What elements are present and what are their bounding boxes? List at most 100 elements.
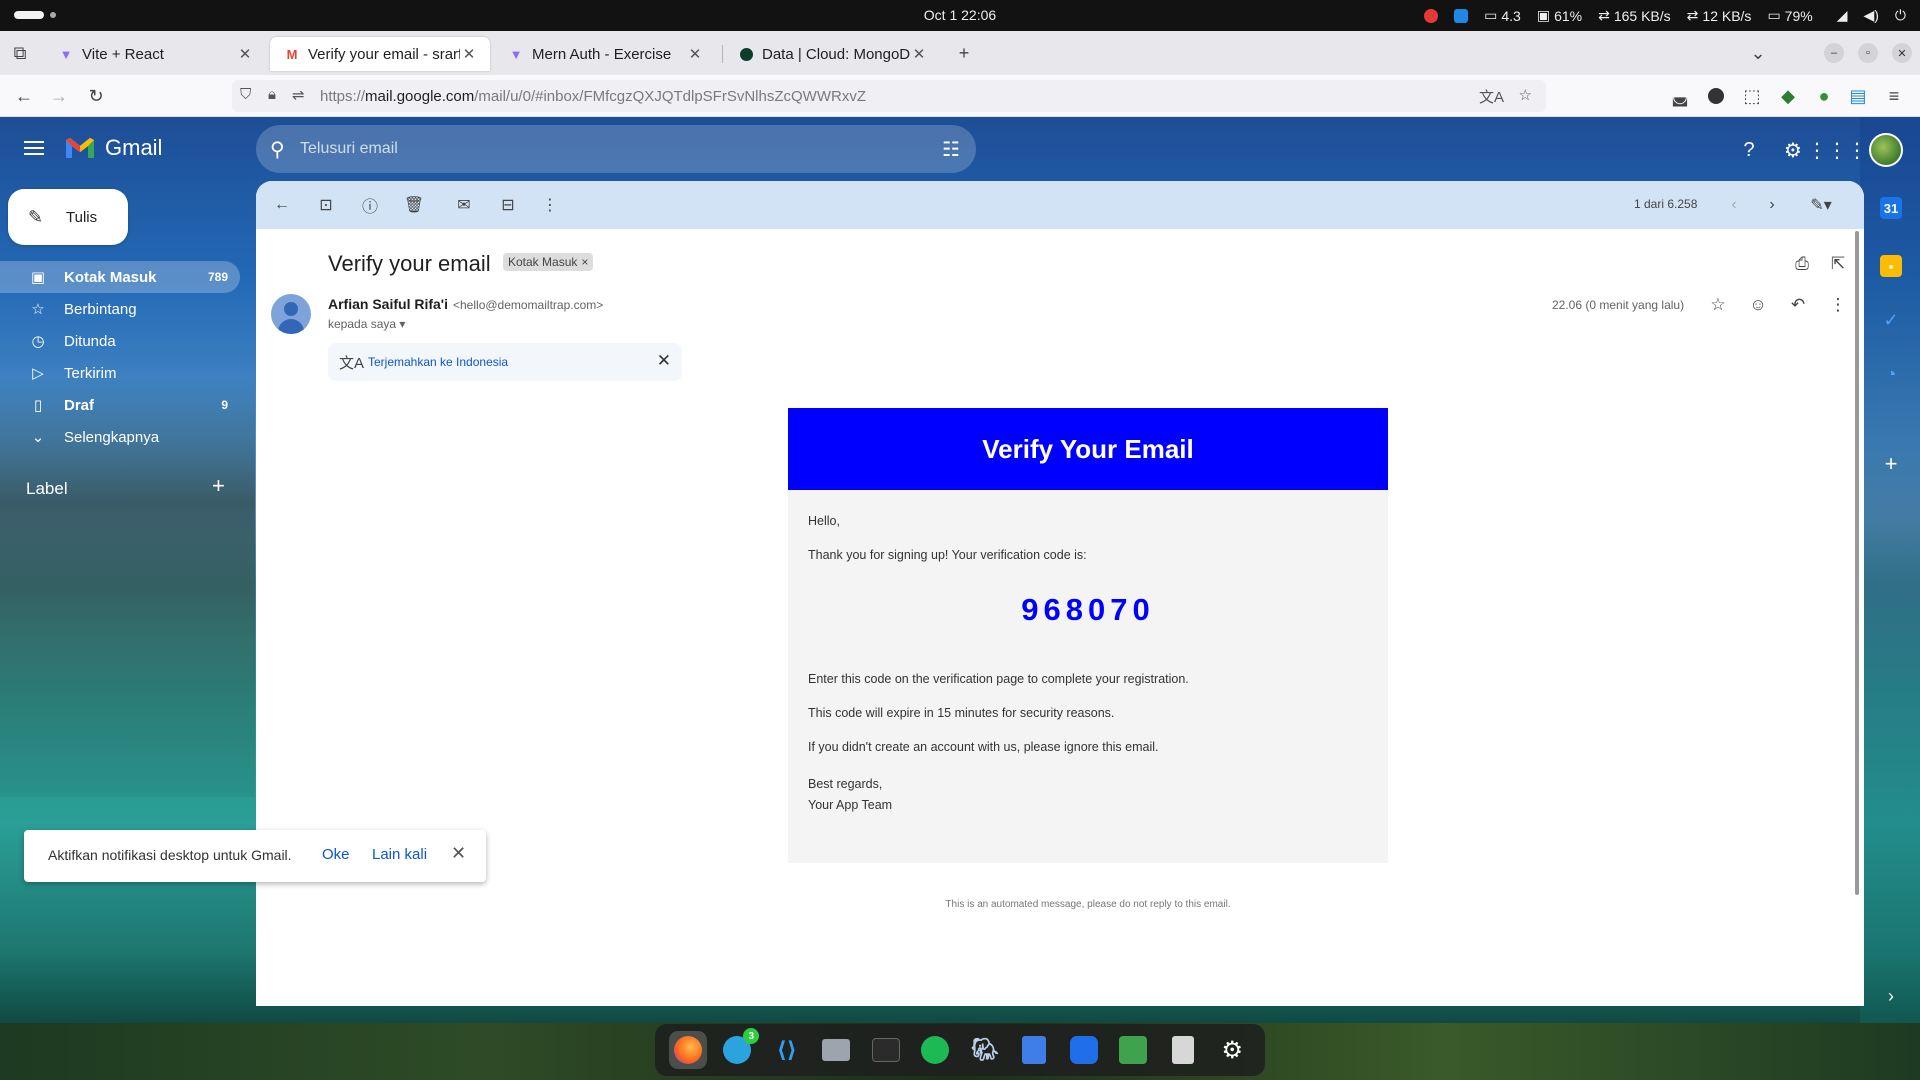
recipient-details[interactable]: kepada saya ▾ xyxy=(328,317,405,331)
open-new-window-icon[interactable]: ⇱ xyxy=(1827,253,1849,275)
archive-icon[interactable]: ⊡ xyxy=(314,193,338,217)
calendar-icon[interactable]: 31 xyxy=(1880,197,1902,219)
system-status-area[interactable]: ▭ 4.3 ▣ 61% ⇄ 165 KB/s ⇄ 12 KB/s ▭ 79% ◢ ◀) ⏻ xyxy=(1424,7,1906,24)
remove-label-icon[interactable]: × xyxy=(581,255,588,269)
search-options-icon[interactable]: ☷ xyxy=(942,137,960,162)
terminal-icon[interactable] xyxy=(867,1031,905,1069)
account-icon[interactable] xyxy=(1704,84,1728,108)
back-arrow-icon[interactable]: ← xyxy=(12,84,36,108)
sender-avatar[interactable] xyxy=(271,294,311,334)
net-down-indicator: ⇄ 165 KB/s xyxy=(1598,7,1671,24)
newer-chevron-icon[interactable]: ‹ xyxy=(1722,193,1746,217)
sidebar-item-starred[interactable]: ☆ Berbintang xyxy=(0,293,240,325)
app-grid-icon[interactable]: ⚙ xyxy=(1213,1031,1251,1069)
close-icon[interactable]: ✕ xyxy=(910,45,928,63)
spotify-icon[interactable] xyxy=(916,1031,954,1069)
tab-overview-icon[interactable]: ⧉ xyxy=(8,41,32,65)
pocket-icon[interactable]: ◛ xyxy=(1668,84,1692,108)
firefox-icon[interactable] xyxy=(668,1031,707,1069)
tab-vite-react[interactable]: ▼ Vite + React ✕ xyxy=(44,37,266,71)
chevron-down-icon[interactable]: ▾ xyxy=(399,317,405,331)
close-icon[interactable]: ✕ xyxy=(657,351,671,371)
url-text[interactable]: https://mail.google.com/mail/u/0/#inbox/… xyxy=(320,88,866,105)
lock-icon[interactable]: 🔒︎ xyxy=(268,86,276,103)
sender-name[interactable]: Arfian Saiful Rifa'i xyxy=(328,296,448,312)
close-icon[interactable]: ✕ xyxy=(686,45,704,63)
sidebar-item-sent[interactable]: ▷ Terkirim xyxy=(0,357,240,389)
keep-icon[interactable]: ▪ xyxy=(1880,255,1902,277)
enable-notifications-button[interactable]: Oke xyxy=(322,846,350,863)
add-addon-icon[interactable]: + xyxy=(1880,451,1902,476)
apps-grid-icon[interactable]: ⋮⋮⋮ xyxy=(1807,137,1867,163)
search-icon[interactable]: ⚲ xyxy=(270,137,294,161)
wallpaper-right xyxy=(1860,117,1920,1023)
maximize-button[interactable]: ▫ xyxy=(1858,43,1878,63)
main-menu-icon[interactable] xyxy=(22,137,46,161)
delete-icon[interactable]: 🗑︎ xyxy=(402,193,426,217)
mark-unread-icon[interactable]: ✉ xyxy=(452,193,476,217)
telegram-icon[interactable]: 3 xyxy=(718,1028,760,1069)
reload-icon[interactable]: ↻ xyxy=(84,84,108,108)
text-editor-icon[interactable] xyxy=(1015,1031,1053,1069)
side-panel-chevron-icon[interactable]: › xyxy=(1880,985,1902,1007)
close-icon[interactable]: ✕ xyxy=(236,45,254,63)
later-button[interactable]: Lain kali xyxy=(372,846,427,863)
input-tools-icon[interactable]: ✎▾ xyxy=(1804,193,1838,217)
download-manager-icon[interactable] xyxy=(1114,1031,1152,1069)
permissions-icon[interactable]: ⇌ xyxy=(292,86,305,104)
search-input[interactable] xyxy=(300,137,860,161)
reply-icon[interactable]: ↶ xyxy=(1786,293,1810,317)
message-more-icon[interactable]: ⋮ xyxy=(1826,293,1850,317)
new-tab-button[interactable]: + xyxy=(952,41,976,65)
close-window-button[interactable]: ✕ xyxy=(1892,43,1912,63)
cpu-icon: ▣ xyxy=(1536,7,1551,23)
sidebar-item-more[interactable]: ⌄ Selengkapnya xyxy=(0,421,240,453)
contacts-icon[interactable]: ◔ xyxy=(1880,363,1902,385)
older-chevron-icon[interactable]: › xyxy=(1760,193,1784,217)
more-vertical-icon[interactable]: ⋮ xyxy=(538,193,562,217)
address-bar[interactable]: ⛉ 🔒︎ ⇌ https://mail.google.com/mail/u/0/… xyxy=(232,80,1546,112)
files-icon[interactable] xyxy=(817,1031,855,1069)
feather-app-icon[interactable] xyxy=(1065,1031,1103,1069)
tasks-icon[interactable]: ✓ xyxy=(1880,309,1902,331)
shield-icon[interactable]: ⛉ xyxy=(240,86,251,103)
extensions-icon[interactable]: ⬚ xyxy=(1740,84,1764,108)
pgadmin-elephant-icon[interactable]: 🐘︎ xyxy=(966,1031,1004,1069)
print-icon[interactable]: ⎙ xyxy=(1791,253,1813,275)
settings-gear-icon[interactable]: ⚙ xyxy=(1780,137,1806,163)
account-avatar[interactable] xyxy=(1869,133,1903,167)
search-bar: ⚲ ☷ xyxy=(256,125,976,173)
bookmark-star-icon[interactable]: ☆ xyxy=(1519,86,1532,104)
tab-mern-auth[interactable]: ▼ Mern Auth - Exercise ✕ xyxy=(494,37,716,71)
tab-gmail[interactable]: M Verify your email - srarfian ✕ xyxy=(270,37,490,71)
gmail-logo-icon[interactable] xyxy=(64,136,96,160)
inbox-label-chip[interactable]: Kotak Masuk × xyxy=(503,253,594,271)
scrollbar[interactable] xyxy=(1855,231,1859,895)
shield-extension-icon[interactable]: ◆ xyxy=(1776,84,1800,108)
emoji-react-icon[interactable]: ☺ xyxy=(1746,293,1770,317)
translate-page-icon[interactable]: 文A xyxy=(1479,86,1504,107)
translate-extension-icon[interactable]: ▤ xyxy=(1846,84,1870,108)
tab-list-chevron-icon[interactable]: ⌄ xyxy=(1746,41,1770,65)
sidebar-item-drafts[interactable]: ▯ Draf 9 xyxy=(0,389,240,421)
tab-mongodb[interactable]: Data | Cloud: MongoDB C ✕ xyxy=(724,37,940,71)
report-spam-icon[interactable]: ⓘ xyxy=(358,193,382,217)
email-ignore-note: If you didn't create an account with us,… xyxy=(808,740,1159,754)
trash-icon[interactable] xyxy=(1164,1031,1202,1069)
minimize-button[interactable]: – xyxy=(1824,43,1844,63)
add-label-icon[interactable]: + xyxy=(212,473,225,499)
vscode-icon[interactable]: ⟨⟩ xyxy=(768,1031,806,1069)
star-icon[interactable]: ☆ xyxy=(1706,293,1730,317)
green-extension-icon[interactable]: ● xyxy=(1812,84,1836,108)
move-to-icon[interactable]: ⊟ xyxy=(496,193,520,217)
forward-arrow-icon[interactable]: → xyxy=(47,84,71,108)
close-icon[interactable]: ✕ xyxy=(460,45,478,63)
sidebar-item-snoozed[interactable]: ◷ Ditunda xyxy=(0,325,240,357)
compose-button[interactable]: ✎ Tulis xyxy=(8,189,128,245)
back-to-inbox-icon[interactable]: ← xyxy=(270,193,294,217)
help-icon[interactable]: ? xyxy=(1736,137,1762,163)
menu-icon[interactable]: ≡ xyxy=(1882,84,1906,108)
sidebar-item-inbox[interactable]: ▣ Kotak Masuk 789 xyxy=(0,261,240,293)
close-icon[interactable]: ✕ xyxy=(451,843,466,864)
translate-link[interactable]: Terjemahkan ke Indonesia xyxy=(368,355,508,369)
